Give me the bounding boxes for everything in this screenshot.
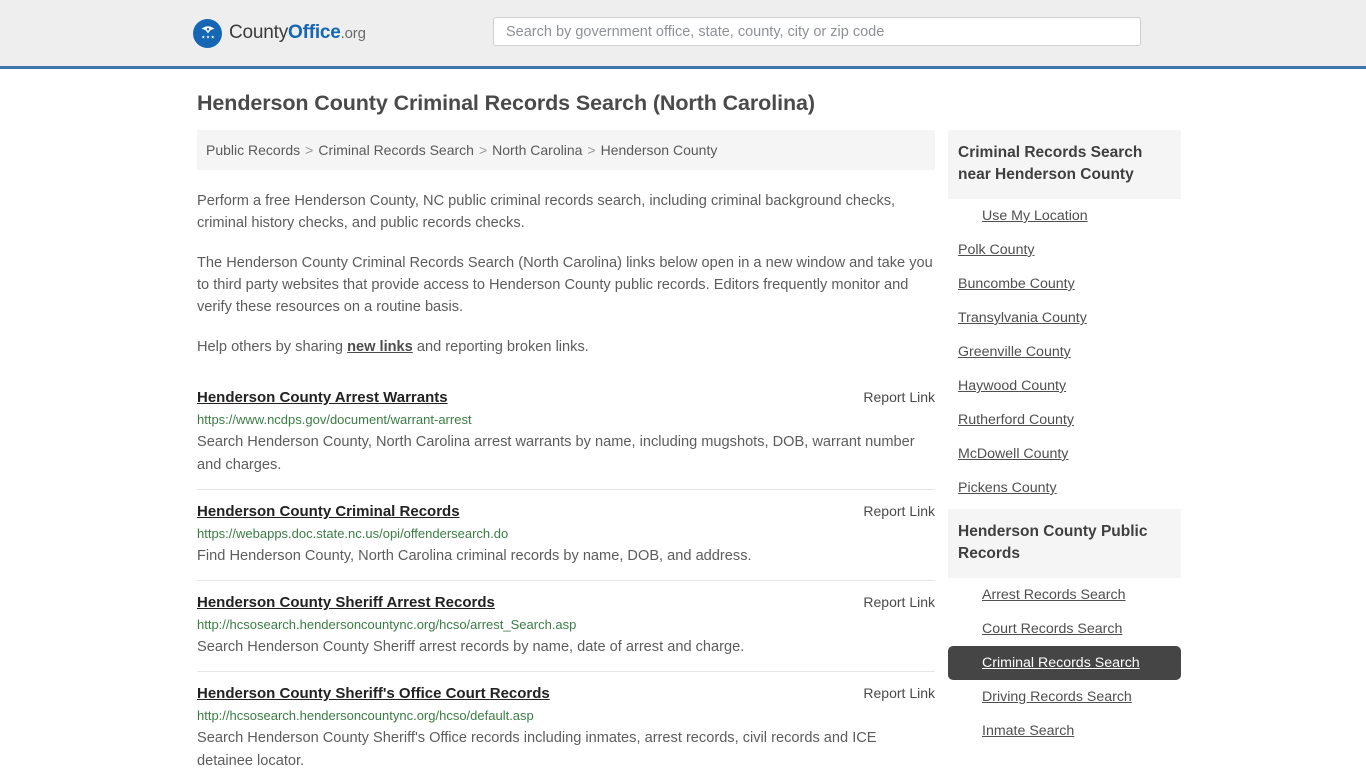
list-item: Arrest Records Search (948, 578, 1181, 612)
resource-url[interactable]: https://www.ncdps.gov/document/warrant-a… (197, 412, 935, 427)
list-item: McDowell County (948, 437, 1181, 471)
intro-paragraph-1: Perform a free Henderson County, NC publ… (197, 193, 896, 231)
list-item: Transylvania County (948, 301, 1181, 335)
sidebar-item-criminal-records-search[interactable]: Criminal Records Search (948, 646, 1181, 680)
list-item: Inmate Search (948, 714, 1181, 748)
share-text-before: Help others by sharing (197, 339, 348, 355)
breadcrumb: Public Records > Criminal Records Search > N… (197, 130, 935, 170)
sidebar-item-rutherford-county[interactable]: Rutherford County (948, 403, 1181, 437)
search-input[interactable] (493, 17, 1141, 46)
list-item: Pickens County (948, 471, 1181, 505)
site-logo[interactable]: CountyOffice.org (193, 18, 366, 48)
resource-title-link[interactable]: Henderson County Sheriff Arrest Records (197, 594, 495, 611)
logo-text-county: County (229, 22, 289, 43)
sidebar-item-arrest-records-search[interactable]: Arrest Records Search (948, 578, 1181, 612)
list-item: Buncombe County (948, 267, 1181, 301)
breadcrumb-item-criminal-records-search[interactable]: Criminal Records Search (318, 142, 474, 158)
resource-title-link[interactable]: Henderson County Sheriff's Office Court … (197, 685, 550, 702)
list-item: Rutherford County (948, 403, 1181, 437)
page-layout: Public Records > Criminal Records Search > N… (197, 130, 1181, 768)
resource-link-list: Henderson County Arrest Warrants Report … (197, 377, 935, 768)
site-logo-text: CountyOffice.org (229, 22, 366, 44)
list-item: Driving Records Search (948, 680, 1181, 714)
report-link-button[interactable]: Report Link (863, 389, 935, 405)
sidebar: Criminal Records Search near Henderson C… (948, 130, 1181, 752)
resource-url[interactable]: https://webapps.doc.state.nc.us/opi/offe… (197, 526, 935, 541)
main-content: Public Records > Criminal Records Search > N… (197, 130, 935, 768)
breadcrumb-separator: > (587, 142, 596, 158)
resource-description: Search Henderson County Sheriff's Office… (197, 730, 877, 768)
sidebar-item-greenville-county[interactable]: Greenville County (948, 335, 1181, 369)
list-item: Court Records Search (948, 612, 1181, 646)
site-header: CountyOffice.org (0, 0, 1366, 69)
breadcrumb-item-north-carolina[interactable]: North Carolina (492, 142, 582, 158)
breadcrumb-item-henderson-county[interactable]: Henderson County (601, 142, 718, 158)
resource-url[interactable]: http://hcsosearch.hendersoncountync.org/… (197, 708, 935, 723)
resource-description: Find Henderson County, North Carolina cr… (197, 548, 752, 564)
link-row: Henderson County Sheriff Arrest Records … (197, 594, 935, 611)
intro-paragraph-3: Help others by sharing new links and rep… (197, 336, 935, 358)
sidebar-item-inmate-search[interactable]: Inmate Search (948, 714, 1181, 748)
logo-text-org: .org (340, 25, 366, 42)
list-item: Greenville County (948, 335, 1181, 369)
sidebar-item-use-my-location[interactable]: Use My Location (948, 199, 1181, 233)
link-row: Henderson County Arrest Warrants Report … (197, 389, 935, 406)
link-row: Henderson County Criminal Records Report… (197, 503, 935, 520)
breadcrumb-item-public-records[interactable]: Public Records (206, 142, 300, 158)
search-container (493, 17, 1141, 46)
link-row: Henderson County Sheriff's Office Court … (197, 685, 935, 702)
sidebar-item-pickens-county[interactable]: Pickens County (948, 471, 1181, 505)
sidebar-section-public-records: Henderson County Public Records Arrest R… (948, 509, 1181, 748)
resource-description: Search Henderson County Sheriff arrest r… (197, 639, 745, 655)
resource-title-link[interactable]: Henderson County Criminal Records (197, 503, 460, 520)
report-link-button[interactable]: Report Link (863, 594, 935, 610)
logo-text-office: Office (288, 22, 341, 43)
intro-paragraph-2: The Henderson County Criminal Records Se… (197, 255, 933, 315)
breadcrumb-separator: > (305, 142, 314, 158)
page-container: Henderson County Criminal Records Search… (0, 91, 1366, 768)
sidebar-list-nearby: Use My Location Polk County Buncombe Cou… (948, 199, 1181, 505)
sidebar-item-transylvania-county[interactable]: Transylvania County (948, 301, 1181, 335)
list-item: Henderson County Criminal Records Report… (197, 489, 935, 580)
resource-title-link[interactable]: Henderson County Arrest Warrants (197, 389, 448, 406)
sidebar-item-court-records-search[interactable]: Court Records Search (948, 612, 1181, 646)
breadcrumb-separator: > (478, 142, 488, 158)
sidebar-item-haywood-county[interactable]: Haywood County (948, 369, 1181, 403)
new-links-link[interactable]: new links (347, 339, 413, 355)
list-item: Henderson County Sheriff's Office Court … (197, 671, 935, 768)
share-text-after: and reporting broken links. (412, 339, 589, 355)
list-item: Criminal Records Search (948, 646, 1181, 680)
sidebar-item-polk-county[interactable]: Polk County (948, 233, 1181, 267)
sidebar-heading-public-records: Henderson County Public Records (948, 509, 1181, 578)
sidebar-item-driving-records-search[interactable]: Driving Records Search (948, 680, 1181, 714)
list-item: Use My Location (948, 199, 1181, 233)
eagle-shield-logo-icon (193, 18, 222, 48)
list-item: Polk County (948, 233, 1181, 267)
page-title: Henderson County Criminal Records Search… (197, 91, 815, 115)
sidebar-section-nearby: Criminal Records Search near Henderson C… (948, 130, 1181, 505)
resource-description: Search Henderson County, North Carolina … (197, 434, 915, 473)
sidebar-item-buncombe-county[interactable]: Buncombe County (948, 267, 1181, 301)
report-link-button[interactable]: Report Link (863, 685, 935, 701)
list-item: Haywood County (948, 369, 1181, 403)
sidebar-list-public-records: Arrest Records Search Court Records Sear… (948, 578, 1181, 748)
sidebar-item-mcdowell-county[interactable]: McDowell County (948, 437, 1181, 471)
list-item: Henderson County Arrest Warrants Report … (197, 377, 935, 489)
sidebar-heading-nearby: Criminal Records Search near Henderson C… (948, 130, 1181, 199)
report-link-button[interactable]: Report Link (863, 503, 935, 519)
resource-url[interactable]: http://hcsosearch.hendersoncountync.org/… (197, 617, 935, 632)
list-item: Henderson County Sheriff Arrest Records … (197, 580, 935, 671)
